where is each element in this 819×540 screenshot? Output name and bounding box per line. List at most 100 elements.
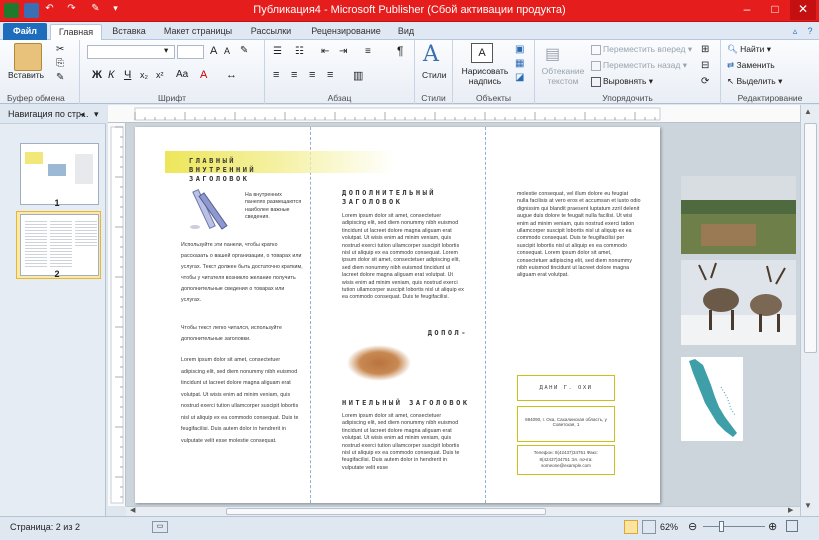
wrap-text-button[interactable]: Обтекание текстом [539, 66, 587, 86]
styles-button[interactable]: Стили [422, 70, 447, 80]
ungroup-icon[interactable]: ⊟ [701, 60, 709, 71]
columns-icon[interactable]: ▥ [353, 69, 363, 82]
align-button[interactable]: Выровнять ▾ [591, 76, 653, 87]
zoom-level[interactable]: 62% [660, 522, 678, 532]
col3-body[interactable]: molestie consequat, vel illum dolore eu … [517, 191, 641, 297]
font-family-select[interactable] [87, 45, 175, 59]
scroll-down-arrow-icon[interactable]: ▼ [804, 501, 812, 510]
contact-info-box[interactable]: Телефон: 8(42437)34751 Факс: 8(42437)347… [517, 445, 615, 475]
grow-font-button[interactable]: A [210, 45, 217, 57]
document-canvas[interactable]: ГЛАВНЫЙ ВНУТРЕННИЙ ЗАГОЛОВОК На внутренн… [126, 123, 800, 506]
close-icon[interactable]: ✕ [790, 0, 816, 20]
main-inner-heading[interactable]: ГЛАВНЫЙ ВНУТРЕННИЙ ЗАГОЛОВОК [189, 157, 307, 184]
paste-icon[interactable] [14, 43, 42, 71]
align-right-icon[interactable]: ≡ [309, 69, 315, 81]
body-paragraph-3[interactable]: Lorem ipsum dolor sit amet, consectetuer… [181, 355, 303, 447]
publication-page[interactable]: ГЛАВНЫЙ ВНУТРЕННИЙ ЗАГОЛОВОК На внутренн… [135, 127, 660, 503]
numbering-icon[interactable]: ☷ [295, 46, 304, 57]
styles-icon[interactable]: A [423, 42, 439, 67]
clear-formatting-icon[interactable]: ✎ [240, 45, 248, 56]
zoom-slider-thumb[interactable] [719, 521, 725, 532]
draw-textbox-icon[interactable]: A [471, 43, 493, 63]
find-button[interactable]: 🔍︎ Найти ▾ [727, 44, 771, 55]
fit-page-icon[interactable] [786, 520, 798, 532]
shapes-icon[interactable]: ◪ [515, 72, 524, 83]
horizontal-scrollbar[interactable]: ◀ ▶ [126, 506, 800, 516]
additional-heading-1[interactable]: ДОПОЛНИТЕЛЬНЫЙ ЗАГОЛОВОК [342, 189, 462, 207]
draw-textbox-button[interactable]: Нарисовать надпись [457, 66, 513, 86]
superscript-button[interactable]: x² [156, 70, 164, 80]
character-spacing-icon[interactable]: ↔ [226, 69, 237, 81]
bring-forward-button[interactable]: Переместить вперед ▾ [591, 44, 692, 55]
scroll-up-arrow-icon[interactable]: ▲ [804, 107, 812, 116]
justify-icon[interactable]: ≡ [327, 69, 333, 81]
minimize-icon[interactable]: – [734, 0, 760, 20]
single-page-view-icon[interactable] [624, 520, 638, 534]
horizontal-ruler[interactable] [108, 105, 800, 123]
body-paragraph-2[interactable]: Чтобы текст легко читался, используйте д… [181, 323, 303, 345]
vertical-scrollbar[interactable]: ▲ ▼ [800, 105, 819, 516]
page-thumbnail-1[interactable] [20, 143, 99, 205]
cut-icon[interactable]: ✂ [56, 44, 64, 55]
macro-record-icon[interactable]: ▭ [152, 521, 168, 533]
wrap-text-icon[interactable]: ▤ [545, 44, 560, 64]
send-backward-button[interactable]: Переместить назад ▾ [591, 60, 687, 71]
scroll-thumb[interactable] [226, 508, 546, 515]
decrease-indent-icon[interactable]: ⇤ [321, 46, 329, 57]
bullets-icon[interactable]: ☰ [273, 46, 282, 57]
scroll-thumb[interactable] [804, 123, 817, 353]
line-spacing-icon[interactable]: ≡ [365, 46, 371, 57]
tab-home[interactable]: Главная [50, 24, 102, 40]
replace-button[interactable]: ⇄ Заменить [727, 60, 775, 71]
tab-view[interactable]: Вид [392, 24, 420, 40]
sakhalin-map-image[interactable] [681, 357, 743, 441]
select-button[interactable]: ↖ Выделить ▾ [727, 76, 782, 87]
zoom-out-icon[interactable]: ⊖ [688, 520, 697, 533]
picture-icon[interactable]: ▣ [515, 44, 524, 55]
rotate-icon[interactable]: ⟳ [701, 76, 709, 87]
help-icon[interactable]: ? [803, 24, 817, 40]
reindeer-photo[interactable] [681, 260, 796, 345]
vertical-ruler[interactable] [108, 123, 126, 506]
align-center-icon[interactable]: ≡ [291, 69, 297, 81]
col2-body-1[interactable]: Lorem ipsum dolor sit amet, consectetuer… [342, 213, 466, 327]
table-icon[interactable]: ▦ [515, 58, 524, 69]
pane-menu-icon[interactable]: ▾ [94, 105, 99, 123]
col2-body-2[interactable]: Lorem ipsum dolor sit amet, consectetuer… [342, 413, 466, 481]
underline-button[interactable]: Ч [124, 69, 131, 81]
copy-icon[interactable]: ⎘ [56, 58, 64, 69]
tab-insert[interactable]: Вставка [106, 24, 152, 40]
maximize-icon[interactable]: □ [762, 0, 788, 20]
show-marks-button[interactable]: ¶ [397, 44, 403, 58]
chevron-down-icon[interactable]: ▾ [164, 45, 168, 56]
paste-button[interactable]: Вставить [8, 70, 44, 80]
test-tubes-image[interactable] [183, 187, 233, 235]
additional-heading-2-part2[interactable]: НИТЕЛЬНЫЙ ЗАГОЛОВОК [342, 399, 472, 408]
caption-text[interactable]: На внутренних панелях размещаются наибол… [245, 192, 303, 222]
page-indicator[interactable]: Страница: 2 из 2 [10, 522, 80, 532]
shrink-font-button[interactable]: A [224, 46, 230, 56]
petri-dish-image[interactable] [345, 335, 413, 391]
align-left-icon[interactable]: ≡ [273, 69, 279, 81]
italic-button[interactable]: К [108, 69, 114, 81]
page-thumbnail-2[interactable] [20, 214, 99, 276]
group-objects-icon[interactable]: ⊞ [701, 44, 709, 55]
tab-file[interactable]: Файл [3, 23, 47, 40]
scroll-left-arrow-icon[interactable]: ◀ [130, 506, 135, 514]
scroll-right-arrow-icon[interactable]: ▶ [788, 506, 793, 514]
tab-page-layout[interactable]: Макет страницы [158, 24, 238, 40]
bold-button[interactable]: Ж [92, 69, 102, 81]
landscape-photo[interactable] [681, 176, 796, 254]
organization-name-box[interactable]: ДАНИ Г. ОХИ [517, 375, 615, 401]
tab-review[interactable]: Рецензирование [304, 24, 388, 40]
change-case-button[interactable]: Aa [176, 69, 188, 80]
font-color-icon[interactable]: A [200, 69, 207, 81]
additional-heading-2-part1[interactable]: ДОПОЛ- [418, 329, 468, 338]
font-size-select[interactable] [177, 45, 204, 59]
format-painter-button-icon[interactable]: ✎ [56, 72, 64, 83]
zoom-slider[interactable] [703, 521, 765, 532]
ribbon-minimize-icon[interactable]: ▵ [788, 24, 802, 40]
tab-mailings[interactable]: Рассылки [244, 24, 298, 40]
body-paragraph-1[interactable]: Используйте эти панели, чтобы кратко рас… [181, 240, 303, 306]
collapse-pane-icon[interactable]: ◂ [80, 105, 85, 123]
